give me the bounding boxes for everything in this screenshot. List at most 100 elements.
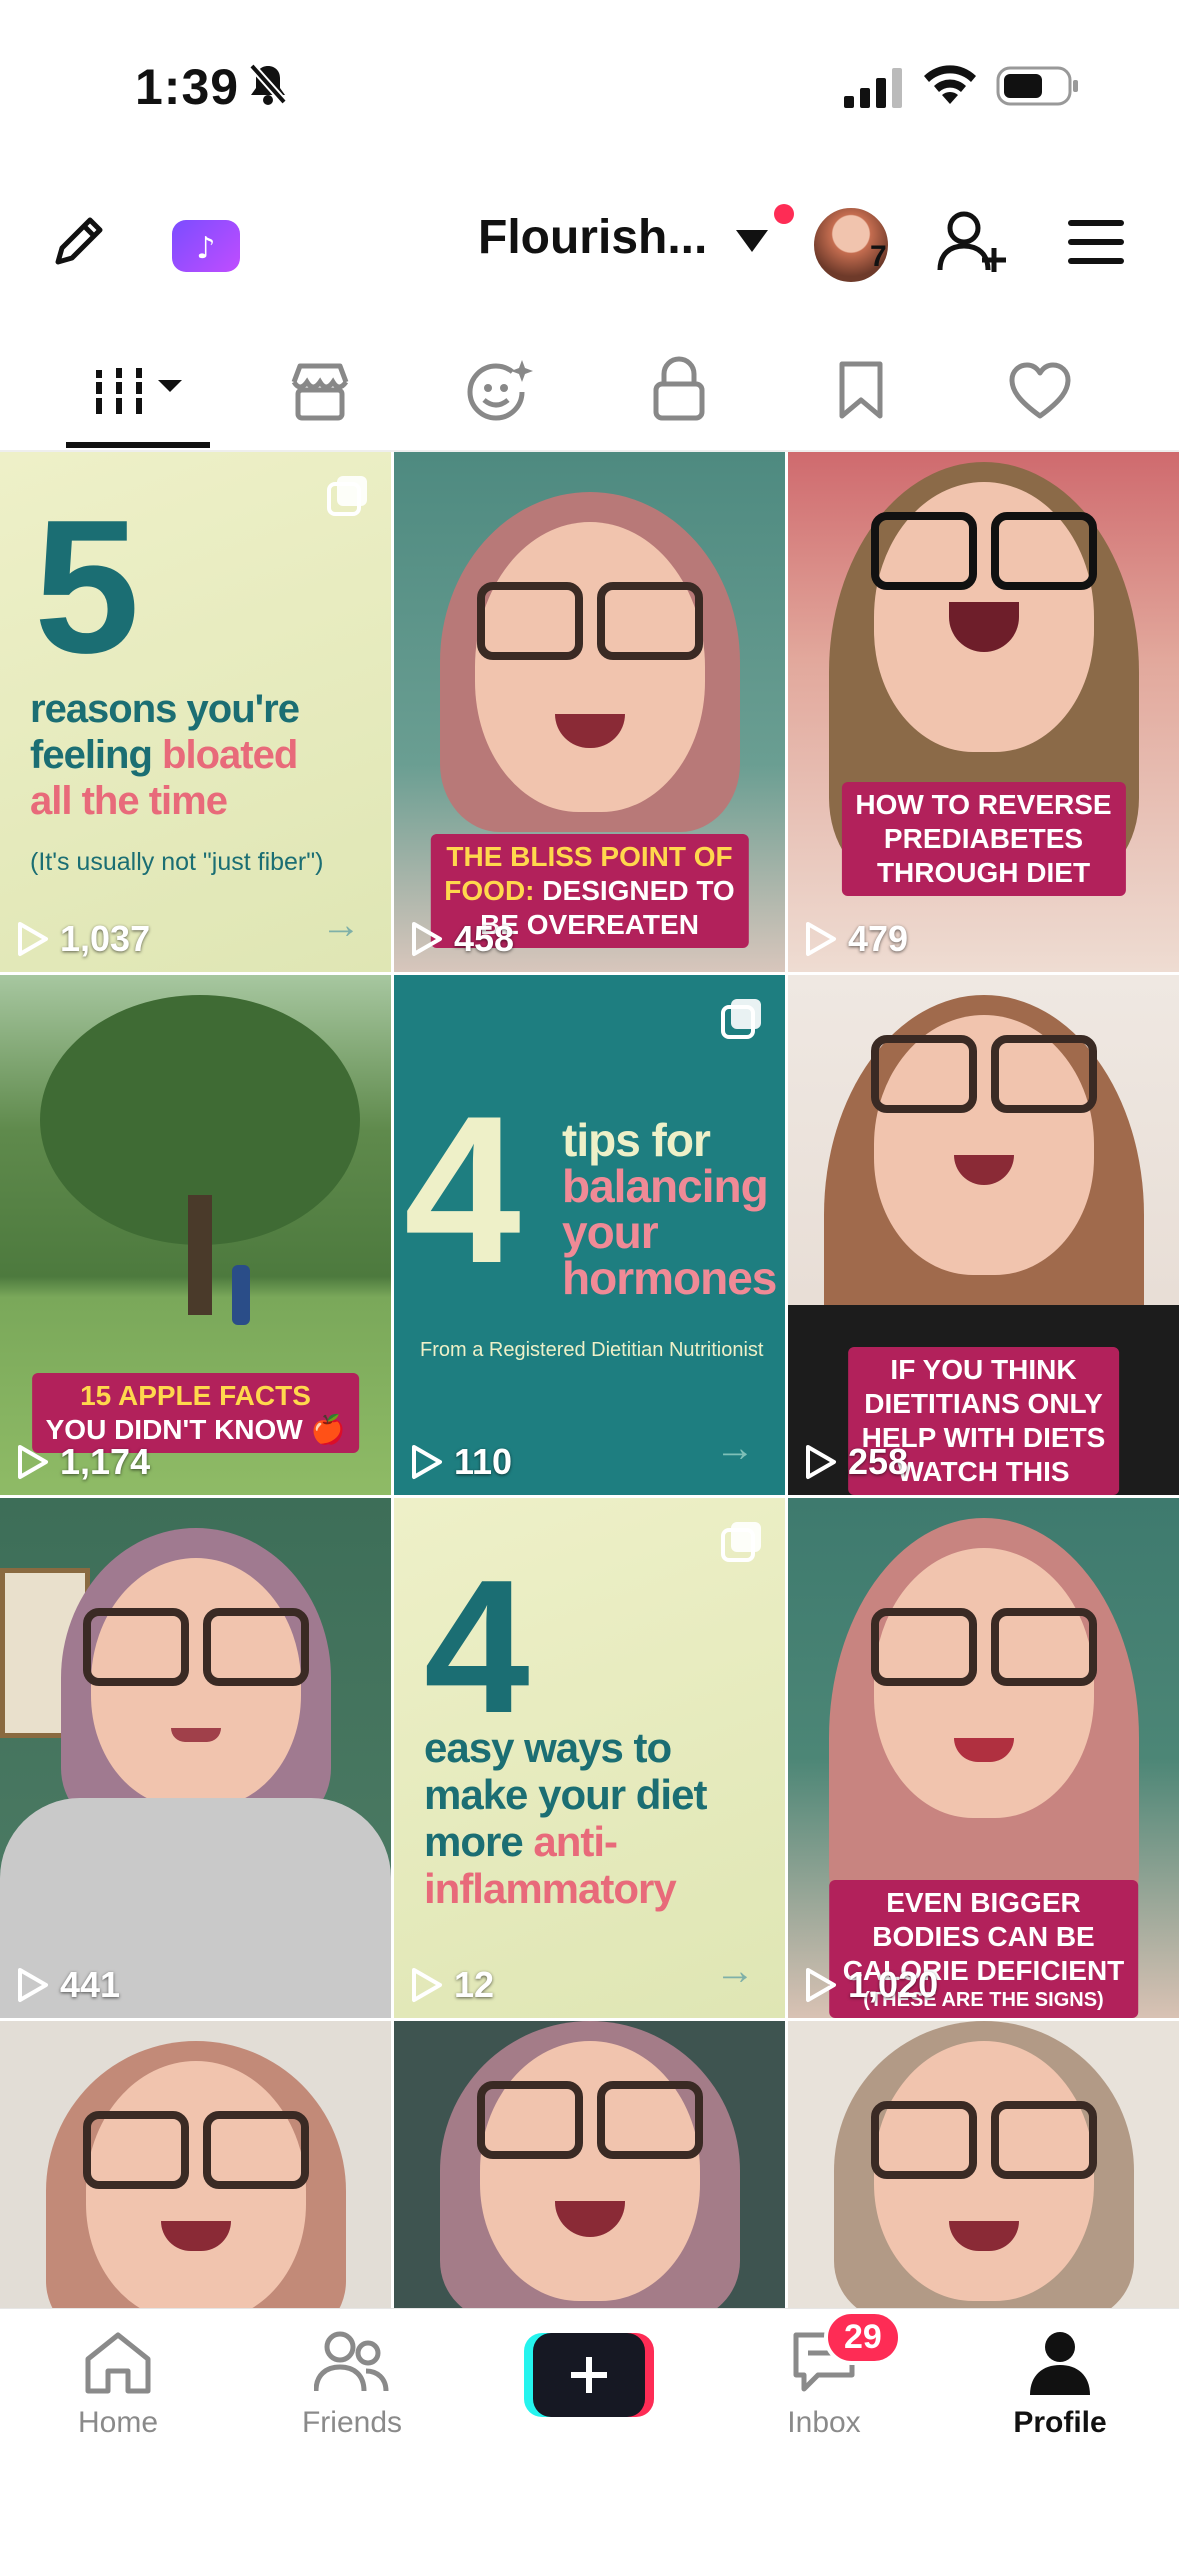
caption-line: 15 APPLE FACTS xyxy=(80,1380,311,1411)
tile-headline-line: inflammatory xyxy=(424,1865,677,1912)
video-caption: HOW TO REVERSE PREDIABETES THROUGH DIET xyxy=(841,782,1126,896)
multi-photo-icon xyxy=(721,1522,761,1562)
tile-headline-number: 4 xyxy=(404,1072,521,1307)
tile-headline-line: easy ways to xyxy=(424,1724,672,1771)
nav-home[interactable]: Home xyxy=(38,2329,198,2440)
notification-dot xyxy=(774,204,794,224)
account-switch-chevron-icon[interactable] xyxy=(734,226,770,256)
tile-headline-part: feeling xyxy=(30,733,163,777)
play-icon xyxy=(806,1968,836,2002)
play-icon xyxy=(806,1445,836,1479)
caption-line: BODIES CAN BE xyxy=(872,1921,1095,1952)
swipe-arrow-icon: → xyxy=(321,903,361,947)
person-face xyxy=(474,522,705,812)
glasses xyxy=(82,2111,309,2189)
multi-photo-icon xyxy=(327,476,367,516)
view-count: 479 xyxy=(804,918,908,960)
play-icon xyxy=(806,922,836,956)
swipe-arrow-icon: → xyxy=(715,1426,755,1470)
multi-photo-icon xyxy=(721,999,761,1039)
tile-headline-highlight: bloated xyxy=(162,733,298,777)
nav-profile-label: Profile xyxy=(1013,2406,1107,2439)
tile-subtitle: (It's usually not "just fiber") xyxy=(30,848,324,876)
tab-private-lock-icon[interactable] xyxy=(652,356,706,422)
tab-favorites-bookmark-icon[interactable] xyxy=(836,360,886,420)
video-tile[interactable]: EVEN BIGGER BODIES CAN BE CALORIE DEFICI… xyxy=(788,1498,1179,2018)
view-count: 458 xyxy=(410,918,514,960)
nav-friends[interactable]: Friends xyxy=(272,2329,432,2440)
following-count-badge: 7 xyxy=(870,240,887,273)
tile-headline-line: tips for xyxy=(562,1114,711,1166)
glasses xyxy=(82,1608,309,1686)
video-tile[interactable] xyxy=(0,2021,391,2308)
video-tile[interactable]: 15 APPLE FACTS YOU DIDN'T KNOW 🍎 1,174 xyxy=(0,975,391,1495)
tile-headline: easy ways to make your diet more anti- i… xyxy=(424,1724,707,1912)
person-figure xyxy=(232,1265,250,1325)
tab-videos-grid-icon[interactable] xyxy=(92,364,188,418)
glasses xyxy=(870,1035,1097,1113)
play-icon xyxy=(412,1968,442,2002)
video-tile[interactable]: 4 easy ways to make your diet more anti-… xyxy=(394,1498,785,2018)
glasses xyxy=(870,1608,1097,1686)
caption-line: IF YOU THINK xyxy=(890,1354,1077,1385)
view-count-value: 12 xyxy=(454,1964,495,2005)
caption-line: PREDIABETES xyxy=(883,823,1084,854)
video-tile[interactable] xyxy=(394,2021,785,2308)
glasses xyxy=(870,512,1097,590)
view-count-value: 1,174 xyxy=(60,1441,151,1482)
view-count-value: 1,020 xyxy=(848,1964,939,2005)
video-tile[interactable]: 441 xyxy=(0,1498,391,2018)
svg-text:♪: ♪ xyxy=(196,231,215,266)
edit-pencil-icon[interactable] xyxy=(48,210,110,272)
video-tile[interactable]: IF YOU THINK DIETITIANS ONLY HELP WITH D… xyxy=(788,975,1179,1495)
bottom-navigation: Home Friends Inbox Profile xyxy=(0,2308,1179,2557)
nav-inbox-label: Inbox xyxy=(787,2406,861,2439)
view-count-value: 110 xyxy=(454,1441,513,1482)
tab-shop-icon[interactable] xyxy=(288,360,352,422)
view-count: 1,037 xyxy=(16,918,150,960)
view-count-value: 458 xyxy=(454,918,515,959)
caption-line: THROUGH DIET xyxy=(876,857,1091,888)
tile-headline: tips for balancing your hormones xyxy=(562,1114,777,1304)
nav-home-label: Home xyxy=(77,2406,159,2439)
video-tile[interactable]: 5 reasons you're feeling bloated all the… xyxy=(0,452,391,972)
video-tile[interactable] xyxy=(788,2021,1179,2308)
tile-headline-number: 5 xyxy=(34,481,140,693)
video-tile[interactable]: THE BLISS POINT OF FOOD: DESIGNED TO BE … xyxy=(394,452,785,972)
play-icon xyxy=(412,1445,442,1479)
nav-profile[interactable]: Profile xyxy=(980,2329,1140,2440)
glasses xyxy=(476,2081,703,2159)
nav-friends-label: Friends xyxy=(301,2406,403,2439)
home-icon xyxy=(85,2332,151,2394)
caption-line: DESIGNED TO xyxy=(534,875,735,906)
tile-headline-line: balancing xyxy=(562,1160,769,1212)
tree-trunk xyxy=(188,1195,212,1315)
create-button[interactable] xyxy=(524,2333,654,2417)
cellular-signal-icon xyxy=(844,68,902,108)
tile-headline-line: your xyxy=(562,1206,659,1258)
glasses xyxy=(476,582,703,660)
tab-liked-heart-icon[interactable] xyxy=(1008,362,1072,420)
tile-headline-line: hormones xyxy=(562,1252,777,1304)
view-count-value: 1,037 xyxy=(60,918,151,959)
video-tile[interactable]: 4 tips for balancing your hormones From … xyxy=(394,975,785,1495)
profile-icon xyxy=(1030,2332,1090,2395)
tile-headline-part: more xyxy=(424,1818,534,1865)
caption-line: HOW TO REVERSE xyxy=(855,789,1112,820)
tab-reposts-icon[interactable] xyxy=(464,356,536,424)
glasses xyxy=(870,2101,1097,2179)
caption-highlight: FOOD: xyxy=(444,875,535,906)
play-icon xyxy=(18,1445,48,1479)
tile-headline-line: reasons you're xyxy=(30,687,300,731)
add-friend-icon[interactable] xyxy=(936,208,1006,276)
menu-hamburger-icon[interactable] xyxy=(1068,220,1124,264)
caption-line: THE BLISS POINT OF xyxy=(446,841,733,872)
friends-icon xyxy=(313,2331,389,2392)
view-count-value: 258 xyxy=(848,1441,909,1482)
mouth xyxy=(170,1728,221,1742)
account-name[interactable]: Flourish... xyxy=(478,210,707,265)
video-tile[interactable]: HOW TO REVERSE PREDIABETES THROUGH DIET … xyxy=(788,452,1179,972)
view-count: 110 xyxy=(410,1441,512,1483)
battery-icon xyxy=(996,66,1078,106)
tiktok-studio-icon[interactable]: ♪ xyxy=(172,220,240,272)
